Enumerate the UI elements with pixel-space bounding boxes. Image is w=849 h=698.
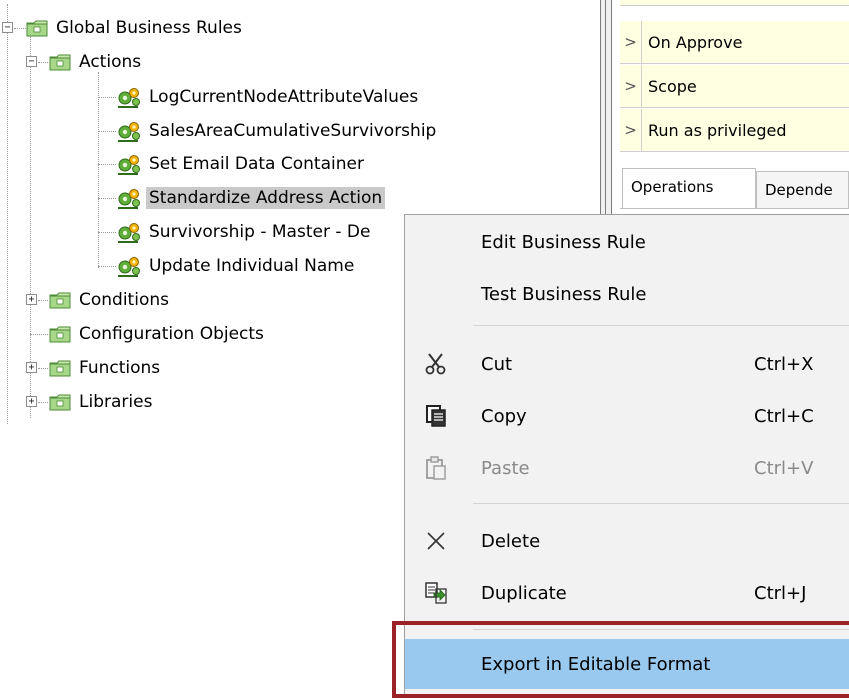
property-label: On Approve xyxy=(648,32,743,52)
paste-icon xyxy=(423,455,449,481)
folder-icon xyxy=(26,19,48,37)
menu-item-label: Cut xyxy=(481,353,513,375)
tree-node-label: Update Individual Name xyxy=(149,256,355,276)
shortcut-label: Ctrl+V xyxy=(754,457,814,479)
property-row-scope[interactable]: > Scope xyxy=(620,65,849,108)
tree-node-action[interactable]: Update Individual Name xyxy=(116,254,357,278)
folder-icon xyxy=(49,359,71,377)
collapse-actions-icon[interactable]: − xyxy=(26,56,37,67)
business-action-icon xyxy=(116,86,142,108)
menu-item-label: Edit Business Rule xyxy=(481,231,646,253)
tree-node-label: LogCurrentNodeAttributeValues xyxy=(149,87,419,107)
chevron-right-icon[interactable]: > xyxy=(620,65,642,107)
tree-node-label: SalesAreaCumulativeSurvivorship xyxy=(149,121,437,141)
copy-icon xyxy=(423,403,449,429)
menu-item-label: Copy xyxy=(481,405,527,427)
property-label: Scope xyxy=(648,76,697,96)
shortcut-label: Ctrl+X xyxy=(754,353,814,375)
property-row-on-approve[interactable]: > On Approve xyxy=(620,21,849,64)
menu-item-export-in-editable-format[interactable]: Export in Editable Format xyxy=(405,639,849,689)
tree-node-label: Libraries xyxy=(79,392,153,412)
tree-guide-line xyxy=(7,4,8,424)
expand-functions-icon[interactable]: + xyxy=(26,362,37,373)
shortcut-label: Ctrl+C xyxy=(754,405,814,427)
context-menu: Edit Business Rule Test Business Rule Cu… xyxy=(404,214,849,698)
tree-node-functions[interactable]: Functions xyxy=(49,356,163,380)
tree-node-action[interactable]: Set Email Data Container xyxy=(116,152,367,176)
tree-node-action[interactable]: SalesAreaCumulativeSurvivorship xyxy=(116,119,439,143)
menu-item-label: Test Business Rule xyxy=(481,283,647,305)
tree-node-configuration-objects[interactable]: Configuration Objects xyxy=(49,322,267,346)
expand-conditions-icon[interactable]: + xyxy=(26,294,37,305)
tree-node-libraries[interactable]: Libraries xyxy=(49,390,155,414)
tab-operations[interactable]: Operations xyxy=(622,168,756,209)
folder-icon xyxy=(49,325,71,343)
menu-item-duplicate[interactable]: Duplicate Ctrl+J xyxy=(405,568,849,618)
business-action-icon xyxy=(116,153,142,175)
menu-item-copy[interactable]: Copy Ctrl+C xyxy=(405,391,849,441)
duplicate-icon xyxy=(423,580,449,606)
chevron-right-icon[interactable]: > xyxy=(620,109,642,151)
menu-item-delete[interactable]: Delete xyxy=(405,516,849,566)
business-action-icon xyxy=(116,221,142,243)
tree-node-conditions[interactable]: Conditions xyxy=(49,288,172,312)
chevron-right-icon[interactable]: > xyxy=(620,21,642,63)
folder-icon xyxy=(49,291,71,309)
business-action-icon xyxy=(116,120,142,142)
tree-node-label: Global Business Rules xyxy=(56,18,242,38)
scissors-icon xyxy=(423,351,449,377)
menu-item-cut[interactable]: Cut Ctrl+X xyxy=(405,339,849,389)
property-label: Run as privileged xyxy=(648,120,787,140)
tree-node-actions[interactable]: Actions xyxy=(49,50,144,74)
menu-item-label: Export in Editable Format xyxy=(481,653,711,675)
tab-dependencies[interactable]: Depende xyxy=(756,171,849,209)
tree-node-action-selected[interactable]: Standardize Address Action xyxy=(116,186,386,210)
tree-node-label: Set Email Data Container xyxy=(149,154,364,174)
menu-item-label: Paste xyxy=(481,457,530,479)
menu-item-paste[interactable]: Paste Ctrl+V xyxy=(405,443,849,493)
business-action-icon xyxy=(116,187,142,209)
expand-libraries-icon[interactable]: + xyxy=(26,396,37,407)
property-row-partial xyxy=(620,0,849,6)
property-row-run-as-privileged[interactable]: > Run as privileged xyxy=(620,109,849,152)
collapse-root-icon[interactable]: − xyxy=(2,22,13,33)
tree-node-label: Configuration Objects xyxy=(79,324,264,344)
tree-node-global-business-rules[interactable]: Global Business Rules xyxy=(26,16,245,40)
tree-node-label: Functions xyxy=(79,358,161,378)
folder-icon xyxy=(49,393,71,411)
tree-node-label: Survivorship - Master - De xyxy=(149,222,371,242)
shortcut-label: Ctrl+J xyxy=(754,582,807,604)
tree-node-action[interactable]: LogCurrentNodeAttributeValues xyxy=(116,85,421,109)
tree-node-label: Actions xyxy=(79,52,142,72)
folder-icon xyxy=(49,53,71,71)
tree-node-action[interactable]: Survivorship - Master - De xyxy=(116,220,373,244)
menu-item-edit-business-rule[interactable]: Edit Business Rule xyxy=(405,217,849,267)
menu-item-label: Delete xyxy=(481,530,541,552)
tree-node-label: Conditions xyxy=(79,290,169,310)
tree-node-label: Standardize Address Action xyxy=(146,187,386,209)
menu-item-label: Duplicate xyxy=(481,582,567,604)
business-action-icon xyxy=(116,255,142,277)
delete-x-icon xyxy=(423,528,449,554)
menu-item-test-business-rule[interactable]: Test Business Rule xyxy=(405,269,849,319)
